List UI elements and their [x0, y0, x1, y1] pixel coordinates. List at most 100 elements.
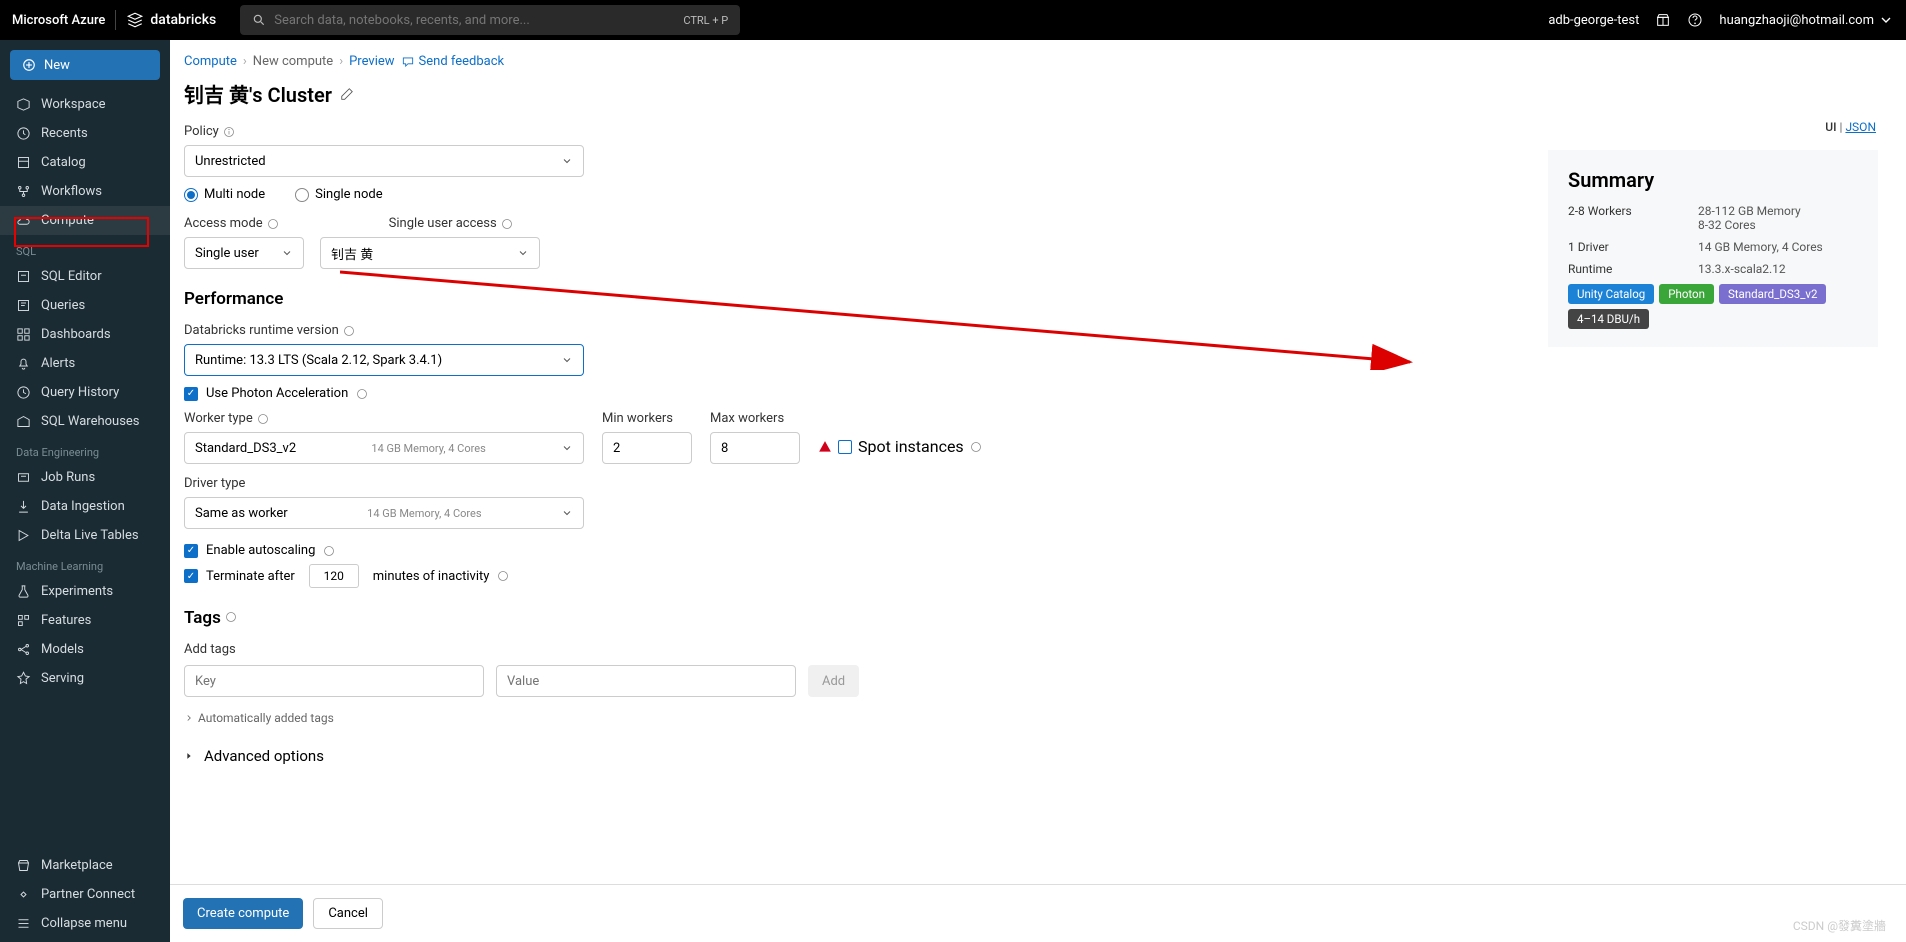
chevron-right-icon: [184, 713, 194, 723]
summary-runtime-label: Runtime: [1568, 262, 1698, 276]
badge-photon: Photon: [1659, 284, 1714, 304]
speech-icon: [401, 55, 415, 69]
page-title: 钊吉 黄's Cluster: [184, 79, 1906, 108]
single-node-radio[interactable]: Single node: [295, 187, 382, 202]
single-user-select[interactable]: 钊吉 黄: [320, 237, 540, 269]
min-workers-input[interactable]: [602, 432, 692, 464]
new-label: New: [44, 58, 70, 73]
ui-json-toggle: UI | JSON: [1825, 120, 1876, 134]
ui-toggle[interactable]: UI: [1825, 120, 1836, 134]
create-button[interactable]: Create compute: [183, 898, 303, 929]
sidebar-item-recents[interactable]: Recents: [0, 119, 170, 148]
sidebar-item-dashboards[interactable]: Dashboards: [0, 320, 170, 349]
sidebar-item-catalog[interactable]: Catalog: [0, 148, 170, 177]
databricks-logo[interactable]: databricks: [126, 11, 216, 29]
search-input[interactable]: [274, 13, 683, 28]
access-mode-label: Access mode: [184, 216, 279, 231]
ingestion-icon: [16, 499, 31, 514]
cancel-button[interactable]: Cancel: [313, 898, 383, 929]
worker-type-select[interactable]: Standard_DS3_v214 GB Memory, 4 Cores: [184, 432, 584, 464]
feedback-link[interactable]: Send feedback: [401, 54, 505, 69]
sidebar-item-alerts[interactable]: Alerts: [0, 349, 170, 378]
crumb-compute[interactable]: Compute: [184, 54, 237, 69]
caret-right-icon: [184, 751, 194, 761]
json-toggle[interactable]: JSON: [1845, 120, 1876, 134]
autoscale-checkbox[interactable]: ✓: [184, 544, 198, 558]
info-icon: [970, 441, 982, 453]
runtime-select[interactable]: Runtime: 13.3 LTS (Scala 2.12, Spark 3.4…: [184, 344, 584, 376]
driver-type-select[interactable]: Same as worker14 GB Memory, 4 Cores: [184, 497, 584, 529]
autoscale-row: ✓Enable autoscaling: [184, 543, 1906, 558]
sidebar-item-marketplace[interactable]: Marketplace: [0, 851, 170, 880]
policy-select[interactable]: Unrestricted: [184, 145, 584, 177]
action-bar: Create compute Cancel: [170, 884, 1906, 942]
sidebar-item-experiments[interactable]: Experiments: [0, 577, 170, 606]
sidebar-item-serving[interactable]: Serving: [0, 664, 170, 693]
gift-icon[interactable]: [1655, 12, 1671, 28]
photon-check-row: ✓Use Photon Acceleration: [184, 386, 1906, 401]
workspace-name[interactable]: adb-george-test: [1548, 13, 1639, 28]
multi-node-radio[interactable]: Multi node: [184, 187, 265, 202]
sidebar-item-sql-warehouses[interactable]: SQL Warehouses: [0, 407, 170, 436]
help-icon[interactable]: [1687, 12, 1703, 28]
sidebar-item-queries[interactable]: Queries: [0, 291, 170, 320]
sql-editor-icon: [16, 269, 31, 284]
sidebar-item-workflows[interactable]: Workflows: [0, 177, 170, 206]
sidebar-item-dlt[interactable]: Delta Live Tables: [0, 521, 170, 550]
bell-icon: [16, 356, 31, 371]
photon-checkbox[interactable]: ✓: [184, 387, 198, 401]
terminate-checkbox[interactable]: ✓: [184, 569, 198, 583]
max-workers-input[interactable]: [710, 432, 800, 464]
info-icon: [356, 388, 368, 400]
models-icon: [16, 642, 31, 657]
chevron-down-icon: [561, 354, 573, 366]
sidebar-item-data-ingestion[interactable]: Data Ingestion: [0, 492, 170, 521]
sidebar-item-compute[interactable]: Compute: [0, 206, 170, 235]
warehouse-icon: [16, 414, 31, 429]
sidebar-item-query-history[interactable]: Query History: [0, 378, 170, 407]
sidebar-item-models[interactable]: Models: [0, 635, 170, 664]
group-de: Data Engineering: [0, 436, 170, 463]
chevron-down-icon: [1878, 12, 1894, 28]
topbar-right: adb-george-test huangzhaoji@hotmail.com: [1548, 12, 1894, 28]
sidebar-item-job-runs[interactable]: Job Runs: [0, 463, 170, 492]
new-button[interactable]: New: [10, 50, 160, 80]
job-runs-icon: [16, 470, 31, 485]
info-icon: [501, 218, 513, 230]
worker-type-label: Worker type: [184, 411, 584, 426]
cloud-icon: [16, 213, 31, 228]
search-box[interactable]: CTRL + P: [240, 5, 740, 35]
user-menu[interactable]: huangzhaoji@hotmail.com: [1719, 12, 1894, 28]
plus-circle-icon: [22, 58, 36, 72]
group-ml: Machine Learning: [0, 550, 170, 577]
tag-value-input[interactable]: [496, 665, 796, 697]
info-icon[interactable]: [223, 126, 235, 138]
topbar-left: Microsoft Azure databricks CTRL + P: [12, 5, 740, 35]
auto-tags-toggle[interactable]: Automatically added tags: [184, 711, 1906, 725]
sidebar-item-features[interactable]: Features: [0, 606, 170, 635]
info-icon: [323, 545, 335, 557]
group-sql: SQL: [0, 235, 170, 262]
sidebar-item-workspace[interactable]: Workspace: [0, 90, 170, 119]
serving-icon: [16, 671, 31, 686]
clock-icon: [16, 126, 31, 141]
chevron-down-icon: [561, 507, 573, 519]
crumb-preview[interactable]: Preview: [349, 54, 394, 69]
sidebar-item-partner[interactable]: Partner Connect: [0, 880, 170, 909]
access-mode-select[interactable]: Single user: [184, 237, 304, 269]
pencil-icon[interactable]: [340, 87, 354, 101]
sidebar-item-sql-editor[interactable]: SQL Editor: [0, 262, 170, 291]
terminate-input[interactable]: [309, 564, 359, 588]
badge-standard: Standard_DS3_v2: [1719, 284, 1826, 304]
sidebar-item-collapse[interactable]: Collapse menu: [0, 909, 170, 938]
advanced-options-toggle[interactable]: Advanced options: [184, 747, 1906, 765]
marketplace-icon: [16, 858, 31, 873]
watermark: CSDN @發糞塗牆: [1793, 917, 1886, 934]
tag-key-input[interactable]: [184, 665, 484, 697]
tags-row: Add: [184, 665, 1906, 697]
dashboards-icon: [16, 327, 31, 342]
add-tag-button[interactable]: Add: [808, 665, 859, 697]
tags-heading: Tags: [184, 608, 1906, 628]
spot-checkbox[interactable]: [838, 440, 852, 454]
add-tags-label: Add tags: [184, 642, 1906, 657]
